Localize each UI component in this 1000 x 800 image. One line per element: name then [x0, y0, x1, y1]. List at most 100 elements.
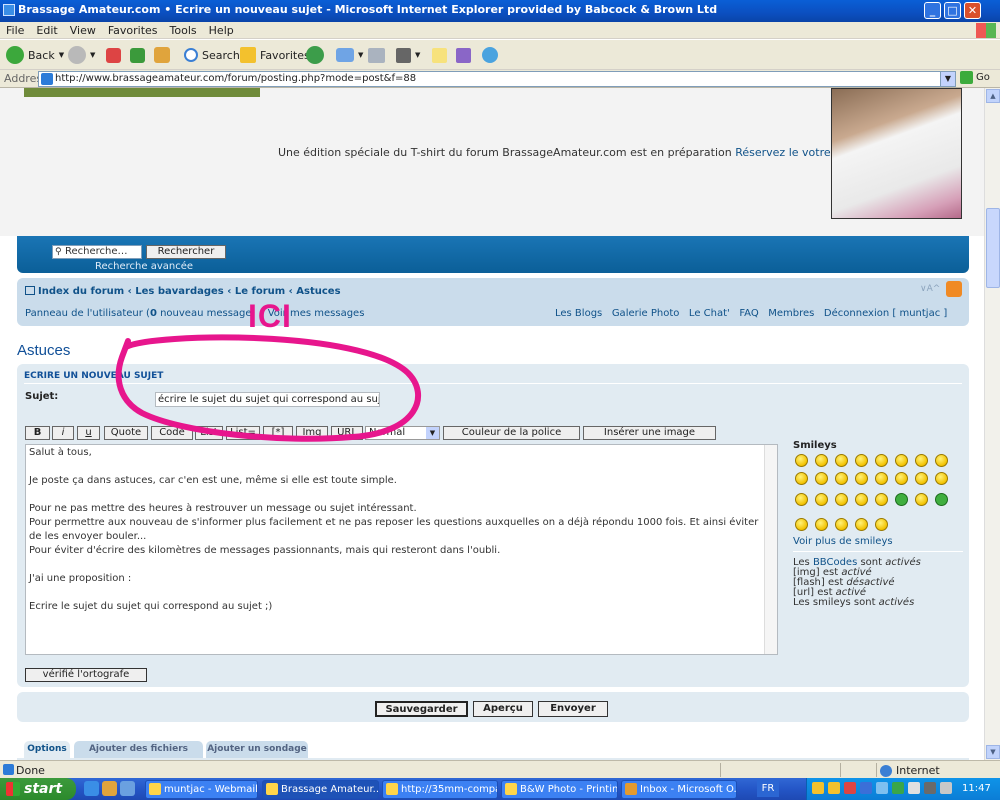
- preview-button[interactable]: Aperçu: [473, 701, 533, 717]
- crumb-index[interactable]: Index du forum: [38, 286, 124, 297]
- logout-link[interactable]: Déconnexion [ muntjac ]: [824, 308, 947, 319]
- history-button[interactable]: [306, 44, 324, 66]
- save-button[interactable]: Sauvegarder: [375, 701, 468, 717]
- smiley-icon[interactable]: [875, 454, 888, 467]
- smiley-icon[interactable]: [895, 472, 908, 485]
- tray-icon[interactable]: [924, 782, 936, 794]
- forward-button[interactable]: ▼: [68, 44, 95, 66]
- menu-view[interactable]: View: [64, 22, 102, 39]
- task-35mm[interactable]: http://35mm-compa...: [382, 780, 498, 799]
- smiley-icon[interactable]: [795, 454, 808, 467]
- minimize-button[interactable]: _: [924, 2, 941, 19]
- refresh-button[interactable]: [130, 44, 145, 66]
- messenger-button[interactable]: [482, 44, 498, 66]
- volume-icon[interactable]: [940, 782, 952, 794]
- stop-button[interactable]: [106, 44, 121, 66]
- menu-file[interactable]: File: [0, 22, 30, 39]
- page-title[interactable]: Astuces: [17, 342, 70, 359]
- blogs-link[interactable]: Les Blogs: [555, 308, 602, 319]
- smiley-icon[interactable]: [815, 493, 828, 506]
- scroll-up-icon[interactable]: ▲: [986, 89, 1000, 103]
- tray-icon[interactable]: [860, 782, 872, 794]
- ie-quicklaunch-icon[interactable]: [84, 781, 99, 796]
- language-indicator[interactable]: FR: [757, 780, 779, 797]
- address-input[interactable]: http://www.brassageamateur.com/forum/pos…: [38, 71, 956, 87]
- search-button[interactable]: Search: [184, 44, 240, 66]
- smiley-icon[interactable]: [795, 472, 808, 485]
- menu-edit[interactable]: Edit: [30, 22, 63, 39]
- search-submit-button[interactable]: Rechercher: [146, 245, 226, 259]
- smiley-icon[interactable]: [815, 454, 828, 467]
- network-icon[interactable]: [908, 782, 920, 794]
- tab-options[interactable]: Options: [24, 741, 70, 758]
- smiley-icon[interactable]: [855, 472, 868, 485]
- smiley-icon[interactable]: [815, 472, 828, 485]
- members-link[interactable]: Membres: [768, 308, 814, 319]
- font-size-toggle[interactable]: ∨A^: [920, 284, 940, 294]
- underline-button[interactable]: u: [77, 426, 100, 440]
- smiley-icon[interactable]: [915, 493, 928, 506]
- favorites-button[interactable]: Favorites: [240, 44, 310, 66]
- spellcheck-button[interactable]: vérifié l'ortografe: [25, 668, 147, 682]
- page-scrollbar[interactable]: ▲ ▼: [984, 88, 1000, 760]
- faq-link[interactable]: FAQ: [739, 308, 758, 319]
- smiley-icon[interactable]: [935, 454, 948, 467]
- task-inbox[interactable]: Inbox - Microsoft O...: [621, 780, 737, 799]
- tray-icon[interactable]: [812, 782, 824, 794]
- smiley-icon[interactable]: [855, 518, 868, 531]
- more-smileys-link[interactable]: Voir plus de smileys: [793, 536, 893, 547]
- rss-feed-icon[interactable]: [946, 281, 962, 297]
- chat-link[interactable]: Le Chat': [689, 308, 730, 319]
- tab-poll[interactable]: Ajouter un sondage: [206, 741, 308, 758]
- notes-button[interactable]: [432, 44, 447, 66]
- smiley-icon[interactable]: [935, 472, 948, 485]
- maximize-button[interactable]: □: [944, 2, 961, 19]
- menu-favorites[interactable]: Favorites: [102, 22, 164, 39]
- smiley-icon[interactable]: [815, 518, 828, 531]
- address-dropdown-button[interactable]: ▼: [940, 71, 956, 87]
- close-button[interactable]: ✕: [964, 2, 981, 19]
- task-webmail[interactable]: muntjac - Webmail ...: [145, 780, 258, 799]
- gallery-link[interactable]: Galerie Photo: [612, 308, 680, 319]
- smiley-icon[interactable]: [875, 493, 888, 506]
- advanced-search-link[interactable]: Recherche avancée: [95, 261, 193, 272]
- smiley-icon[interactable]: [875, 472, 888, 485]
- smiley-icon[interactable]: [835, 472, 848, 485]
- smiley-icon[interactable]: [855, 493, 868, 506]
- tray-icon[interactable]: [844, 782, 856, 794]
- insert-image-button[interactable]: Insérer une image: [583, 426, 716, 440]
- scroll-thumb[interactable]: [986, 208, 1000, 288]
- smiley-icon[interactable]: [835, 518, 848, 531]
- task-bw-photo[interactable]: B&W Photo - Printin...: [501, 780, 618, 799]
- control-panel-link[interactable]: Panneau de l'utilisateur: [25, 308, 143, 319]
- smiley-icon[interactable]: [855, 454, 868, 467]
- print-button[interactable]: [368, 44, 385, 66]
- menu-tools[interactable]: Tools: [164, 22, 203, 39]
- edit-button[interactable]: ▼: [396, 44, 420, 66]
- back-button[interactable]: Back ▼: [6, 44, 64, 66]
- textarea-scrollbar[interactable]: [764, 445, 777, 654]
- outlook-quicklaunch-icon[interactable]: [102, 781, 117, 796]
- smiley-icon[interactable]: [915, 454, 928, 467]
- go-button[interactable]: Go: [960, 71, 990, 84]
- bold-button[interactable]: B: [25, 426, 50, 440]
- mail-button[interactable]: ▼: [336, 44, 363, 66]
- scroll-down-icon[interactable]: ▼: [986, 745, 1000, 759]
- tray-icon[interactable]: [828, 782, 840, 794]
- task-brassage[interactable]: Brassage Amateur....: [262, 780, 379, 799]
- crumb-bavardages[interactable]: Les bavardages: [135, 286, 224, 297]
- new-message-link[interactable]: nouveau message: [160, 308, 251, 319]
- smiley-icon[interactable]: [875, 518, 888, 531]
- forum-search-input[interactable]: Recherche…: [52, 245, 142, 259]
- research-button[interactable]: [456, 44, 471, 66]
- smiley-icon[interactable]: [795, 518, 808, 531]
- start-button[interactable]: start: [0, 778, 76, 800]
- smiley-icon[interactable]: [915, 472, 928, 485]
- smiley-icon[interactable]: [835, 454, 848, 467]
- smiley-icon[interactable]: [795, 493, 808, 506]
- italic-button[interactable]: i: [52, 426, 74, 440]
- smiley-icon[interactable]: [895, 493, 908, 506]
- menu-help[interactable]: Help: [203, 22, 240, 39]
- smiley-icon[interactable]: [935, 493, 948, 506]
- message-textarea[interactable]: Salut à tous, Je poste ça dans astuces, …: [25, 444, 778, 655]
